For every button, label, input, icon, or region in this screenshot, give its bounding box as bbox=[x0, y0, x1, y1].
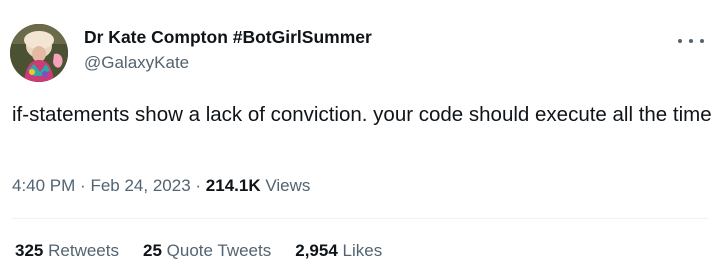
more-dot bbox=[689, 39, 693, 43]
author-display-name[interactable]: Dr Kate Compton #BotGirlSummer bbox=[84, 26, 372, 48]
retweets-stat[interactable]: 325 Retweets bbox=[15, 240, 119, 262]
likes-label: Likes bbox=[342, 241, 383, 260]
views-count: 214.1K bbox=[205, 176, 261, 195]
likes-count: 2,954 bbox=[295, 241, 338, 260]
tweet-header: Dr Kate Compton #BotGirlSummer @GalaxyKa… bbox=[10, 24, 372, 82]
views-label: Views bbox=[265, 176, 311, 195]
more-options-button[interactable] bbox=[678, 34, 704, 48]
quote-tweets-count: 25 bbox=[142, 241, 162, 260]
tweet-time[interactable]: 4:40 PM bbox=[12, 176, 75, 195]
retweets-label: Retweets bbox=[48, 241, 119, 260]
tweet-date[interactable]: Feb 24, 2023 bbox=[90, 176, 190, 195]
tweet-text: if-statements show a lack of conviction.… bbox=[12, 103, 712, 126]
tweet-stats: 325 Retweets 25 Quote Tweets 2,954 Likes bbox=[15, 240, 406, 262]
quote-tweets-stat[interactable]: 25 Quote Tweets bbox=[143, 240, 271, 262]
meta-separator: · bbox=[195, 176, 202, 195]
divider bbox=[12, 218, 708, 219]
avatar-photo bbox=[10, 24, 68, 82]
quote-tweets-label: Quote Tweets bbox=[166, 241, 272, 260]
more-horizontal-icon bbox=[678, 39, 682, 43]
author-handle[interactable]: @GalaxyKate bbox=[84, 52, 372, 74]
more-dot bbox=[700, 39, 704, 43]
likes-stat[interactable]: 2,954 Likes bbox=[295, 240, 382, 262]
meta-separator: · bbox=[80, 176, 86, 195]
tweet: Dr Kate Compton #BotGirlSummer @GalaxyKa… bbox=[0, 0, 720, 276]
avatar[interactable] bbox=[10, 24, 68, 82]
tweet-meta: 4:40 PM · Feb 24, 2023 · 214.1K Views bbox=[12, 175, 310, 197]
retweets-count: 325 bbox=[15, 241, 44, 260]
author-names: Dr Kate Compton #BotGirlSummer @GalaxyKa… bbox=[84, 26, 372, 74]
